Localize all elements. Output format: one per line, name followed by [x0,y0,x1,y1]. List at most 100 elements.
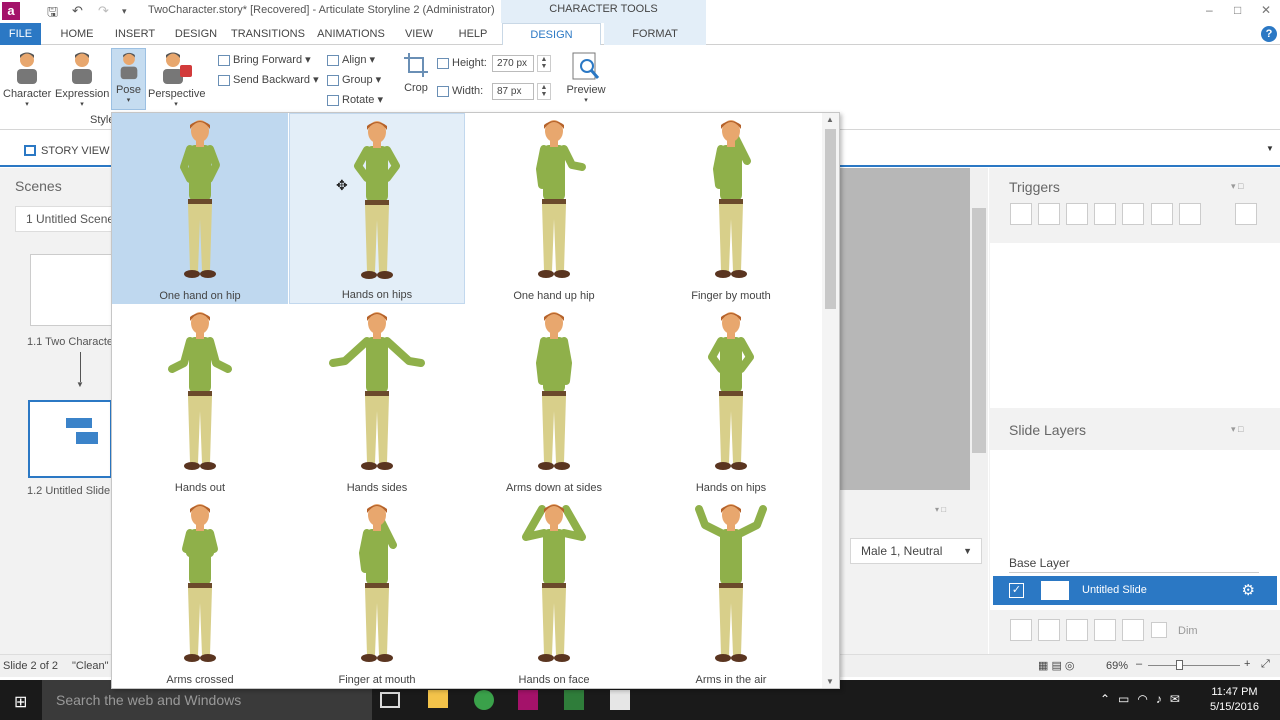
zoom-slider[interactable] [1148,665,1240,666]
tab-file[interactable]: FILE [0,23,41,45]
new-trigger-icon[interactable] [1010,203,1032,225]
align-button[interactable]: Align ▾ [327,53,375,66]
pose-option[interactable]: One hand on hip [112,113,288,304]
send-backward-button[interactable]: Send Backward ▾ [218,73,319,86]
preview-button[interactable]: Preview ▾ [566,51,606,104]
scroll-up-icon[interactable]: ▲ [826,115,834,124]
crop-button[interactable]: Crop [400,51,432,94]
zoom-out-icon[interactable]: – [1136,658,1142,670]
copy-trigger-icon[interactable] [1066,203,1088,225]
pose-label: Hands on hips [341,289,413,301]
pose-option[interactable]: Finger at mouth [289,497,465,688]
pose-option[interactable]: Hands out [112,305,288,496]
gear-icon[interactable]: ⚙ [1242,581,1255,599]
gallery-scrollbar[interactable]: ▲ ▼ [822,113,839,688]
rotate-button[interactable]: Rotate ▾ [327,93,383,106]
width-spinner[interactable]: ▲ ▼ [537,83,551,100]
explorer-icon[interactable] [428,690,448,708]
canvas-scrollbar[interactable] [970,168,988,490]
height-spinner[interactable]: ▲ ▼ [537,55,551,72]
perspective-icon [163,52,192,84]
close-icon[interactable]: ✕ [1261,3,1271,17]
slide-canvas[interactable] [840,168,970,490]
pose-figure-icon [359,504,397,662]
bring-forward-button[interactable]: Bring Forward ▾ [218,53,311,66]
layer-row[interactable]: ✓ Untitled Slide ⚙ [993,576,1277,605]
pose-option[interactable]: Hands on hips [289,113,465,304]
clock[interactable]: 11:47 PM 5/15/2016 [1210,685,1259,715]
delete-trigger-icon[interactable] [1122,203,1144,225]
excel-icon[interactable] [564,690,584,710]
triggers-menu-icon[interactable]: ▾ □ [1231,181,1243,192]
maximize-icon[interactable]: □ [1234,3,1241,17]
divider [1009,572,1259,573]
save-icon[interactable]: 🖫 [47,3,58,25]
perspective-button[interactable]: Perspective ▾ [148,49,205,108]
pose-option[interactable]: One hand up hip [466,113,642,304]
pose-option[interactable]: Finger by mouth [643,113,819,304]
move-down-icon[interactable] [1179,203,1201,225]
pose-option[interactable]: Hands sides [289,305,465,496]
gallery-scroll-thumb[interactable] [825,129,836,309]
fit-icon[interactable]: ⤢ [1261,658,1270,671]
tab-character-format[interactable]: FORMAT [604,23,706,45]
undo-icon[interactable]: ↶ [72,3,83,19]
edit-trigger-icon[interactable] [1038,203,1060,225]
new-layer-icon[interactable] [1010,619,1032,641]
tab-view[interactable]: VIEW [399,23,439,45]
height-input[interactable]: 270 px [492,55,534,72]
help-icon[interactable]: ? [1261,26,1277,42]
copy-layer-icon[interactable] [1066,619,1088,641]
character-button[interactable]: Character ▾ [3,49,51,108]
chrome-icon[interactable] [474,690,494,710]
customize-toolbar-icon[interactable]: ▾ [122,6,127,17]
story-view-tab[interactable]: STORY VIEW [24,145,109,157]
tab-animations[interactable]: ANIMATIONS [315,23,387,45]
panel-menu-icon[interactable]: ▾ □ [935,505,946,514]
layers-menu-icon[interactable]: ▾ □ [1231,424,1243,435]
width-input[interactable]: 87 px [492,83,534,100]
scene-select[interactable]: 1 Untitled Scene [15,206,112,232]
slide-thumbnail-2[interactable] [28,400,112,478]
pose-gallery: One hand on hip Hands on hips One hand u… [111,112,840,689]
layer-visible-checkbox[interactable]: ✓ [1009,583,1024,598]
paste-trigger-icon[interactable] [1094,203,1116,225]
zoom-slider-handle[interactable] [1176,660,1183,670]
group-button[interactable]: Group ▾ [327,73,381,86]
view-icons[interactable]: ▦ ▤ ◎ [1038,659,1075,672]
tray-icons[interactable]: ⌃▭◠♪✉ [1100,692,1188,706]
minimize-icon[interactable]: – [1206,3,1213,17]
move-up-icon[interactable] [1151,203,1173,225]
slide-thumbnail-1[interactable] [30,254,112,326]
windows-start-icon[interactable]: ⊞ [14,692,27,712]
pose-button[interactable]: Pose ▾ [111,48,146,110]
scroll-thumb[interactable] [972,208,986,453]
pose-option[interactable]: Arms in the air [643,497,819,688]
tab-insert[interactable]: INSERT [112,23,158,45]
storyline-taskbar-icon[interactable] [518,690,538,710]
app-taskbar-icon[interactable] [610,690,630,710]
app-icon[interactable]: a [2,2,20,20]
expand-arrow-icon[interactable]: ▼ [1266,144,1274,153]
zoom-in-icon[interactable]: + [1244,658,1250,670]
character-select[interactable]: Male 1, Neutral ▼ [850,538,982,564]
redo-icon[interactable]: ↷ [98,3,109,19]
tab-character-design[interactable]: DESIGN [502,23,601,45]
pose-option[interactable]: Hands on hips [643,305,819,496]
slide-label-2: 1.2 Untitled Slide [27,485,111,497]
tab-help[interactable]: HELP [452,23,494,45]
scroll-down-icon[interactable]: ▼ [826,677,834,686]
paste-layer-icon[interactable] [1094,619,1116,641]
dim-checkbox[interactable] [1151,622,1167,638]
expression-button[interactable]: Expression ▾ [55,49,109,108]
pose-option[interactable]: Hands on face [466,497,642,688]
pose-option[interactable]: Arms crossed [112,497,288,688]
pose-option[interactable]: Arms down at sides [466,305,642,496]
tab-design[interactable]: DESIGN [171,23,221,45]
duplicate-layer-icon[interactable] [1038,619,1060,641]
task-view-icon[interactable] [380,692,400,708]
tab-home[interactable]: HOME [55,23,99,45]
variables-icon[interactable] [1235,203,1257,225]
tab-transitions[interactable]: TRANSITIONS [231,23,305,45]
delete-layer-icon[interactable] [1122,619,1144,641]
